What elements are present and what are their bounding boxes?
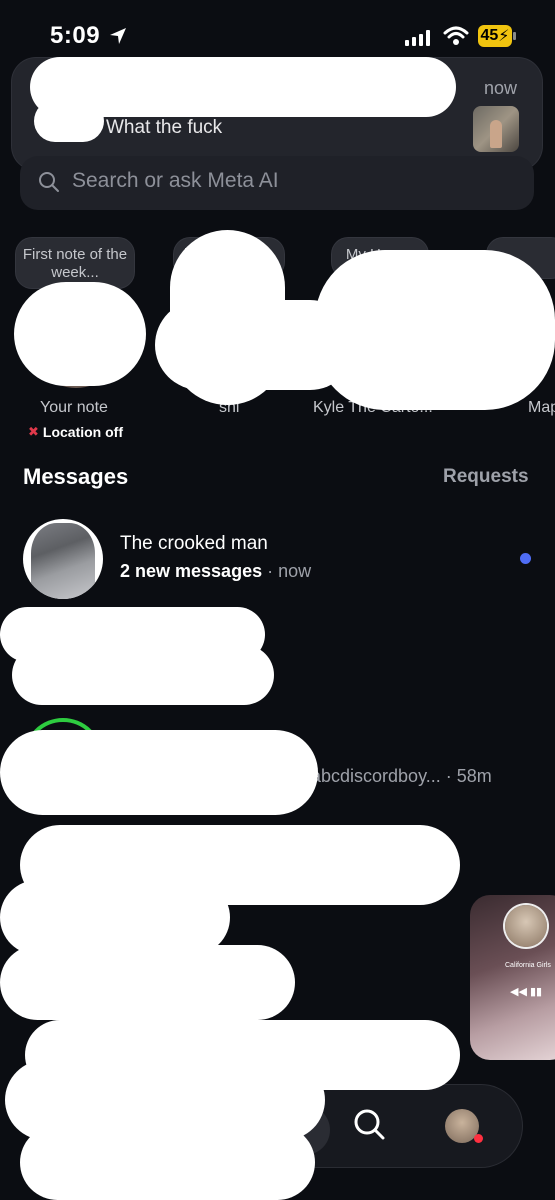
location-status[interactable]: ✖ Location off [28,424,123,440]
battery-level: 45 [480,27,499,44]
cellular-signal-icon [405,30,430,46]
wifi-icon [443,26,469,45]
redaction [20,1125,315,1200]
music-avatar [505,905,547,947]
chat-avatar[interactable] [23,519,103,599]
chat-subtitle: 2 new messages · now [120,561,311,582]
redaction [0,880,230,955]
battery-icon: 45 ⚡ [478,25,512,47]
chat-time: · now [267,561,312,581]
chat-name[interactable]: The crooked man [120,533,268,555]
search-input[interactable]: Search or ask Meta AI [72,169,279,193]
notification-preview: What the fuck [106,117,223,138]
redaction [12,645,274,705]
music-title: California Girls [505,962,551,969]
note-name-own: Your note [40,399,108,416]
location-off-icon: ✖ [28,424,39,439]
redaction [0,945,295,1020]
location-status-label: Location off [42,424,124,440]
chat-preview-3: abcdiscordboy... [311,766,441,786]
notification-badge [474,1134,483,1143]
notification-time: now [484,78,518,98]
search-icon [39,172,59,192]
redaction [0,730,318,815]
redaction [14,282,146,386]
redaction [34,100,104,142]
battery-tip [513,32,516,40]
chat-time-3: · 58m [445,766,492,786]
notification-thumbnail [473,106,519,152]
nav-search-icon[interactable] [352,1107,386,1141]
chat-subtitle-3: abcdiscordboy... · 58m [311,766,492,787]
requests-link[interactable]: Requests [443,466,529,488]
note-bubble-own[interactable]: First note of the week... [16,238,134,288]
messages-heading: Messages [23,464,129,489]
redaction [315,250,555,410]
unread-indicator [520,553,531,564]
music-controls-icon[interactable]: ◀◀ ▮▮ [510,985,542,998]
location-arrow-icon [110,28,126,44]
status-time: 5:09 [50,22,101,49]
chat-preview: 2 new messages [120,561,263,581]
note-name-4: Map [528,399,555,416]
